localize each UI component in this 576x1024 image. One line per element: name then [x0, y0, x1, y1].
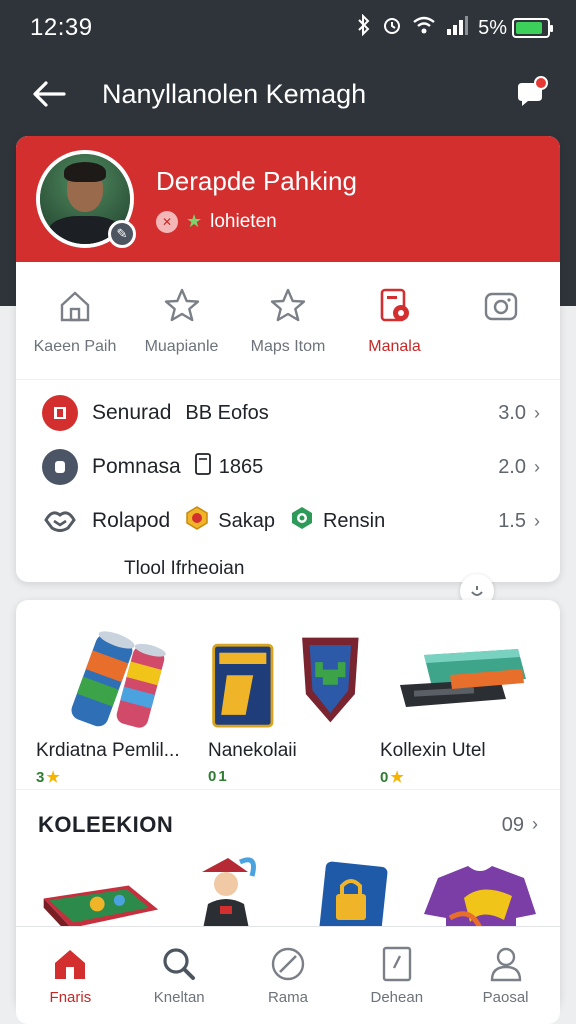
- nav-label: Dehean: [370, 989, 424, 1006]
- notification-dot: [534, 76, 548, 90]
- alarm-icon: [382, 15, 402, 41]
- back-arrow-icon: [33, 81, 66, 107]
- tab-label: Muapianle: [144, 338, 219, 355]
- profile-subtitle: lohieten: [210, 210, 277, 232]
- battery-text: 5%: [478, 16, 507, 39]
- item-card[interactable]: Kollexin Utel 0 ★: [380, 620, 540, 789]
- item-card[interactable]: Nanekolaii 01: [208, 620, 368, 789]
- tab-maps-itom[interactable]: Maps Itom: [235, 286, 341, 379]
- battery-icon: [512, 18, 553, 38]
- edit-avatar-icon[interactable]: ✎: [108, 220, 136, 248]
- stats-footer: Tlool Ifrheoian: [124, 558, 245, 579]
- stat-row[interactable]: Pomnasa 1865 2.0 ›: [42, 440, 540, 494]
- signal-icon: [446, 15, 469, 41]
- notification-button[interactable]: [510, 74, 550, 114]
- rank-badge-icon: ✕: [156, 210, 178, 233]
- tab-manala[interactable]: Manala: [342, 286, 448, 379]
- item-count: 0: [208, 768, 217, 785]
- stat-extra: 1865: [218, 455, 264, 478]
- search-icon: [160, 945, 198, 983]
- stat-extra: BB Eofos: [185, 401, 269, 424]
- item-count-suffix: 1: [218, 768, 227, 785]
- tab-muapianle[interactable]: Muapianle: [129, 286, 235, 379]
- tab-camera[interactable]: [448, 286, 554, 379]
- item-name: Kollexin Utel: [380, 740, 486, 761]
- item-count: 3: [36, 768, 45, 786]
- coin-icon: [42, 449, 78, 485]
- stat-row[interactable]: Rolapod Sakap Rensin 1.5 ›: [42, 494, 540, 548]
- stat-value: 1.5: [498, 509, 526, 532]
- stat-label: Senurad: [92, 401, 172, 424]
- gold-badge-icon: [184, 505, 210, 537]
- home-icon: [55, 286, 95, 326]
- nav-label: Paosal: [482, 989, 529, 1006]
- items-grid: Krdiatna Pemlil... 3 ★ Nanekolaii 01 Kol…: [16, 600, 560, 790]
- item-name: Nanekolaii: [208, 740, 297, 761]
- star-icon: [162, 286, 202, 326]
- person-icon: [487, 945, 525, 983]
- battery-fill: [516, 22, 542, 34]
- chevron-right-icon: ›: [534, 456, 540, 477]
- cans-icon: [36, 620, 196, 740]
- chevron-right-icon: ›: [532, 813, 538, 834]
- bluetooth-icon: [356, 13, 372, 42]
- stat-value: 3.0: [498, 401, 526, 424]
- compass-icon: [269, 945, 307, 983]
- stat-label: Pomnasa: [92, 455, 181, 478]
- green-badge-icon: [289, 505, 315, 537]
- nav-label: Kneltan: [153, 989, 205, 1006]
- handshake-icon: [42, 503, 78, 539]
- profile-name: Derapde Pahking: [156, 165, 357, 196]
- nav-compass[interactable]: Rama: [238, 945, 338, 1006]
- status-bar: 12:39 5%: [0, 0, 576, 56]
- home-icon: [51, 945, 89, 983]
- document-icon: [194, 453, 211, 481]
- tab-label: Manala: [368, 338, 421, 355]
- star-icon: ★: [390, 769, 404, 786]
- page-title: Nanyllanolen Kemagh: [102, 78, 367, 109]
- avatar[interactable]: ✎: [36, 150, 136, 248]
- item-count: 0: [380, 768, 389, 786]
- item-name: Krdiatna Pemlil...: [36, 740, 180, 761]
- star-icon: ★: [46, 769, 60, 786]
- star-icon: [268, 286, 308, 326]
- nav-document[interactable]: Dehean: [347, 945, 447, 1006]
- shield-icon: [42, 395, 78, 431]
- collection-header[interactable]: KOLEEKION 09 ›: [16, 790, 560, 844]
- stat-extra: Sakap: [218, 509, 275, 532]
- badge-icon: [375, 286, 415, 326]
- nav-label: Rama: [267, 989, 308, 1006]
- nav-home[interactable]: Fnaris: [20, 945, 120, 1006]
- item-card[interactable]: Krdiatna Pemlil... 3 ★: [36, 620, 196, 789]
- collection-count: 09: [501, 813, 524, 836]
- bottom-navigation: Fnaris Kneltan Rama Dehean Paosal: [16, 926, 560, 1024]
- camera-icon: [481, 286, 521, 326]
- stat-value: 2.0: [498, 455, 526, 478]
- document-icon: [378, 945, 416, 983]
- tab-label: Maps Itom: [250, 338, 326, 355]
- stats-list: Senurad BB Eofos 3.0 › Pomnasa 1865 2.0 …: [16, 380, 560, 580]
- battery: 5%: [478, 16, 553, 40]
- profile-card: ✎ Derapde Pahking ✕ ★ lohieten Kaeen Pai…: [16, 136, 560, 582]
- status-time: 12:39: [30, 14, 93, 41]
- wifi-icon: [412, 15, 436, 41]
- stat-extra: Rensin: [322, 509, 386, 532]
- keyboard-icon: [380, 620, 540, 740]
- tab-kaeen-paih[interactable]: Kaeen Paih: [22, 286, 128, 379]
- chevron-right-icon: ›: [534, 402, 540, 423]
- stat-row[interactable]: Senurad BB Eofos 3.0 ›: [42, 386, 540, 440]
- collection-title: KOLEEKION: [38, 812, 174, 837]
- back-button[interactable]: [30, 74, 70, 114]
- star-icon: ★: [186, 211, 203, 231]
- category-tabs: Kaeen Paih Muapianle Maps Itom Manala: [16, 262, 560, 380]
- status-icons: 5%: [356, 13, 553, 42]
- stat-label: Rolapod: [92, 509, 171, 532]
- profile-header: ✎ Derapde Pahking ✕ ★ lohieten: [16, 136, 560, 262]
- card-pack-icon: [208, 620, 368, 740]
- chevron-right-icon: ›: [534, 510, 540, 531]
- nav-profile[interactable]: Paosal: [456, 945, 556, 1006]
- tab-label: Kaeen Paih: [33, 338, 117, 355]
- nav-label: Fnaris: [49, 989, 92, 1006]
- nav-search[interactable]: Kneltan: [129, 945, 229, 1006]
